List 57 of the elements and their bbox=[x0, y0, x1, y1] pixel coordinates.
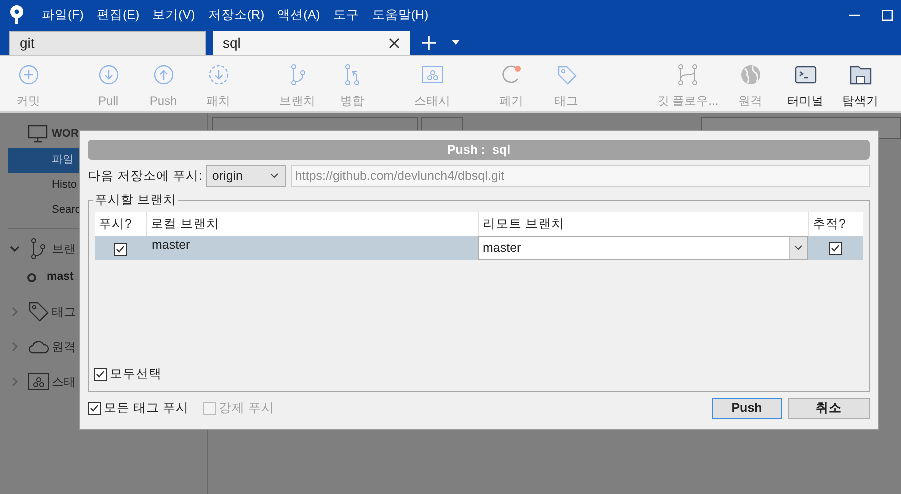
checkbox[interactable] bbox=[94, 368, 107, 382]
field-label: 다음 저장소에 푸시: bbox=[88, 168, 202, 185]
checkbox-label: 모두선택 bbox=[110, 366, 162, 384]
cancel-button[interactable]: 취소 bbox=[788, 398, 870, 419]
checkbox[interactable] bbox=[114, 243, 127, 256]
caret-icon bbox=[452, 40, 460, 45]
checkbox-label: 강제 푸시 bbox=[218, 400, 274, 418]
tab[interactable]: git bbox=[9, 31, 206, 55]
tab[interactable]: sql bbox=[213, 31, 410, 55]
stash-icon bbox=[28, 371, 50, 393]
toolbar-button[interactable]: 탐색기 bbox=[842, 92, 878, 110]
table-row[interactable]: master master bbox=[95, 236, 863, 260]
plus-circle-icon bbox=[18, 64, 40, 86]
menu-item[interactable]: 액션(A) bbox=[278, 6, 320, 24]
folder-icon bbox=[850, 64, 872, 86]
checkbox[interactable] bbox=[829, 242, 842, 254]
upload-icon bbox=[152, 64, 174, 86]
push-button[interactable]: Push bbox=[712, 398, 782, 419]
remote-dropdown[interactable]: origin bbox=[206, 165, 286, 187]
dashed-download-icon bbox=[208, 64, 230, 86]
monitor-icon bbox=[28, 125, 48, 143]
download-icon bbox=[98, 64, 120, 86]
section-header[interactable]: 원격 bbox=[52, 338, 76, 356]
menu-item[interactable]: 도움말(H) bbox=[372, 6, 429, 24]
group-title: 푸시할 브랜치 bbox=[93, 193, 178, 207]
section-header[interactable]: 스태 bbox=[52, 373, 76, 391]
discard-icon bbox=[500, 64, 522, 86]
checkbox[interactable] bbox=[88, 402, 101, 415]
plus-icon bbox=[422, 36, 436, 50]
column-header[interactable]: 푸시? bbox=[95, 212, 146, 236]
globe-icon bbox=[740, 64, 762, 86]
workspace-title: WOR bbox=[52, 126, 79, 142]
tag-icon bbox=[556, 64, 578, 86]
menu-item[interactable]: 도구 bbox=[333, 6, 360, 24]
menu-item[interactable]: 편집(E) bbox=[96, 6, 140, 24]
close-icon bbox=[389, 38, 400, 48]
table-cell-text: master bbox=[152, 237, 190, 254]
terminal-icon bbox=[794, 64, 816, 86]
branch-item[interactable]: mast bbox=[47, 269, 74, 287]
tag-icon bbox=[28, 301, 50, 323]
chevron-down-icon bbox=[270, 173, 280, 179]
app-logo-icon bbox=[9, 5, 25, 25]
dialog-title: Push : sql bbox=[88, 140, 870, 160]
menu-item[interactable]: 보기(V) bbox=[152, 6, 196, 24]
maximize-icon bbox=[882, 10, 893, 20]
remote-branch-dropdown[interactable]: master bbox=[478, 236, 808, 260]
checkbox-label: 모든 태그 푸시 bbox=[104, 400, 189, 418]
toolbar-button[interactable]: 터미널 bbox=[788, 92, 824, 110]
stash-icon bbox=[422, 64, 444, 86]
current-branch-icon bbox=[27, 273, 37, 283]
flow-icon bbox=[677, 64, 699, 86]
menu-item[interactable]: 파일(F) bbox=[42, 6, 84, 24]
section-header[interactable]: 브랜 bbox=[52, 240, 76, 258]
url-field: https://github.com/devlunch4/dbsql.git bbox=[291, 165, 870, 187]
chevron-down-icon bbox=[794, 245, 803, 251]
menu-item[interactable]: 저장소(R) bbox=[208, 6, 265, 24]
section-header[interactable]: 태그 bbox=[52, 303, 76, 321]
